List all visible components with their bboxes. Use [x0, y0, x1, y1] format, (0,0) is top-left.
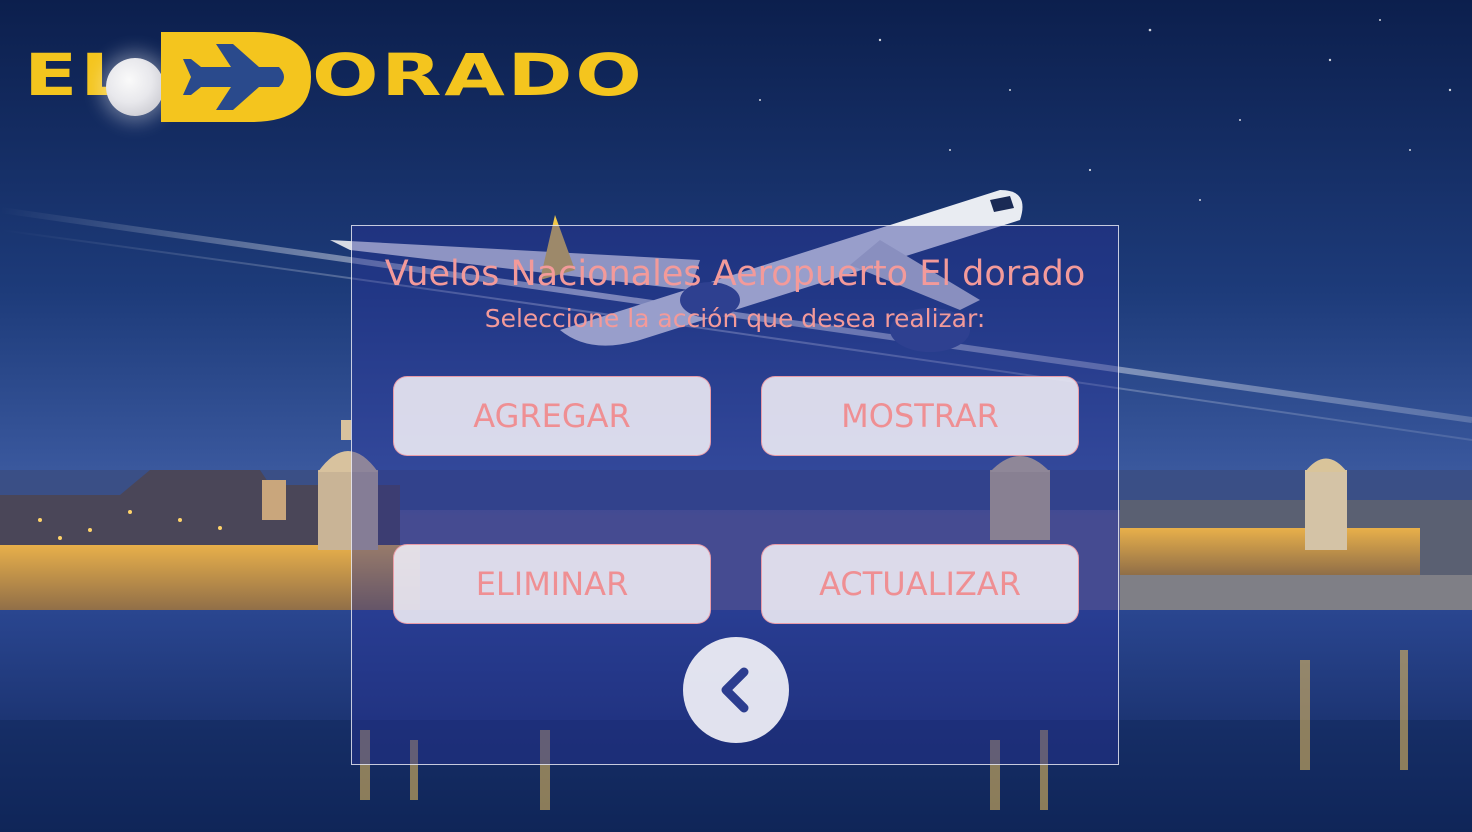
update-flight-button[interactable]: ACTUALIZAR	[761, 544, 1079, 624]
logo-text-orado: ORADO	[312, 41, 645, 109]
page-subtitle: Seleccione la acción que desea realizar:	[484, 304, 986, 333]
actions-panel: Vuelos Nacionales Aeropuerto El dorado S…	[351, 225, 1119, 765]
show-flights-button[interactable]: MOSTRAR	[761, 376, 1079, 456]
chevron-left-icon	[721, 667, 749, 713]
back-button[interactable]	[683, 637, 789, 743]
delete-flight-button[interactable]: ELIMINAR	[393, 544, 711, 624]
add-flight-button[interactable]: AGREGAR	[393, 376, 711, 456]
moon-icon	[106, 58, 164, 116]
airplane-d-icon	[161, 32, 311, 122]
eldorado-logo: EL ORADO	[24, 30, 674, 126]
page-title: Vuelos Nacionales Aeropuerto El dorado	[384, 254, 1086, 294]
